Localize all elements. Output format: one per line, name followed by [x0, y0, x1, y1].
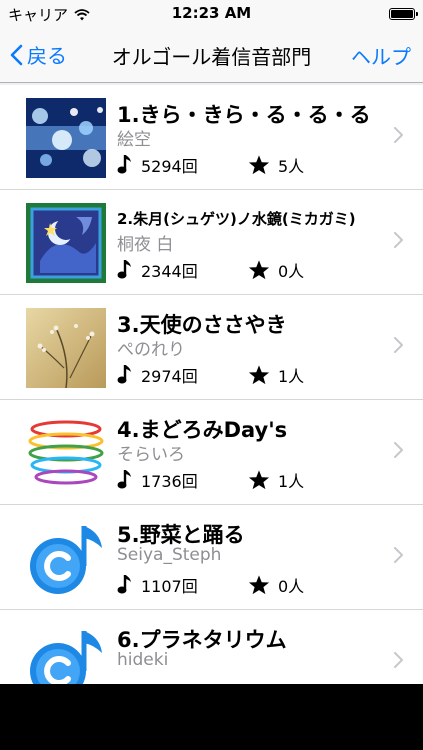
favorite-count-value: 5人 [278, 157, 305, 176]
chevron-right-icon [394, 547, 403, 563]
chevron-right-icon [394, 337, 403, 353]
music-note-icon [117, 260, 131, 279]
song-artist: そらいろ [117, 445, 185, 465]
favorite-count: 0人 [248, 258, 304, 282]
song-row-1[interactable]: 1.きら・きら・る・る・る 絵空 5294回 5人 [0, 85, 423, 190]
navigation-bar: 戻る オルゴール着信音部門 ヘルプ [0, 28, 423, 83]
song-row-4[interactable]: 4.まどろみDay's そらいろ 1736回 1人 [0, 400, 423, 505]
song-thumbnail-rings [26, 413, 106, 493]
song-title: 2.朱月(シュゲツ)ノ水鏡(ミカガミ) [117, 210, 356, 228]
play-count: 1736回 [117, 468, 198, 492]
play-count-value: 1736回 [141, 472, 198, 491]
play-count: 2974回 [117, 363, 198, 387]
bottom-black-bar [0, 684, 423, 750]
song-artist: ぺのれり [117, 340, 185, 360]
app-screen: キャリア 12:23 AM 戻る オルゴール着信音部門 ヘルプ 1.きら・きら・… [0, 0, 423, 684]
star-icon [248, 155, 270, 175]
chevron-right-icon [394, 652, 403, 668]
star-icon [248, 260, 270, 280]
play-count-value: 1107回 [141, 577, 198, 596]
status-bar: キャリア 12:23 AM [0, 0, 423, 28]
battery-icon [389, 8, 418, 20]
favorite-count-value: 1人 [278, 472, 305, 491]
song-thumbnail-default [26, 518, 106, 598]
favorite-count-value: 1人 [278, 367, 305, 386]
music-note-icon [117, 155, 131, 174]
play-count: 1107回 [117, 573, 198, 597]
star-icon [248, 575, 270, 595]
favorite-count-value: 0人 [278, 262, 305, 281]
status-time: 12:23 AM [171, 4, 252, 22]
play-count-value: 5294回 [141, 157, 198, 176]
song-row-5[interactable]: 5.野菜と踊る Seiya_Steph 1107回 0人 [0, 505, 423, 610]
song-artist: 絵空 [117, 130, 151, 150]
star-icon [248, 365, 270, 385]
song-thumbnail-plant [26, 308, 106, 388]
star-icon [248, 470, 270, 490]
song-list: 1.きら・きら・る・る・る 絵空 5294回 5人 2.朱月(シュゲツ)ノ水鏡(… [0, 85, 423, 684]
song-artist: Seiya_Steph [117, 545, 222, 565]
play-count: 2344回 [117, 258, 198, 282]
song-thumbnail-moon [26, 203, 106, 283]
music-note-icon [117, 575, 131, 594]
song-row-6[interactable]: 6.プラネタリウム hideki [0, 610, 423, 684]
chevron-right-icon [394, 232, 403, 248]
music-note-icon [117, 365, 131, 384]
play-count-value: 2974回 [141, 367, 198, 386]
chevron-right-icon [394, 127, 403, 143]
favorite-count: 5人 [248, 153, 304, 177]
play-count-value: 2344回 [141, 262, 198, 281]
song-thumbnail-default [26, 623, 106, 684]
favorite-count: 1人 [248, 363, 304, 387]
favorite-count-value: 0人 [278, 577, 305, 596]
song-artist: hideki [117, 650, 169, 670]
favorite-count: 0人 [248, 573, 304, 597]
song-row-2[interactable]: 2.朱月(シュゲツ)ノ水鏡(ミカガミ) 桐夜 白 2344回 0人 [0, 190, 423, 295]
song-row-3[interactable]: 3.天使のささやき ぺのれり 2974回 1人 [0, 295, 423, 400]
music-note-icon [117, 470, 131, 489]
chevron-right-icon [394, 442, 403, 458]
song-thumbnail-crystal [26, 98, 106, 178]
favorite-count: 1人 [248, 468, 304, 492]
help-button[interactable]: ヘルプ [351, 41, 411, 70]
song-title: 1.きら・きら・る・る・る [117, 103, 371, 127]
song-artist: 桐夜 白 [117, 235, 174, 255]
play-count: 5294回 [117, 153, 198, 177]
